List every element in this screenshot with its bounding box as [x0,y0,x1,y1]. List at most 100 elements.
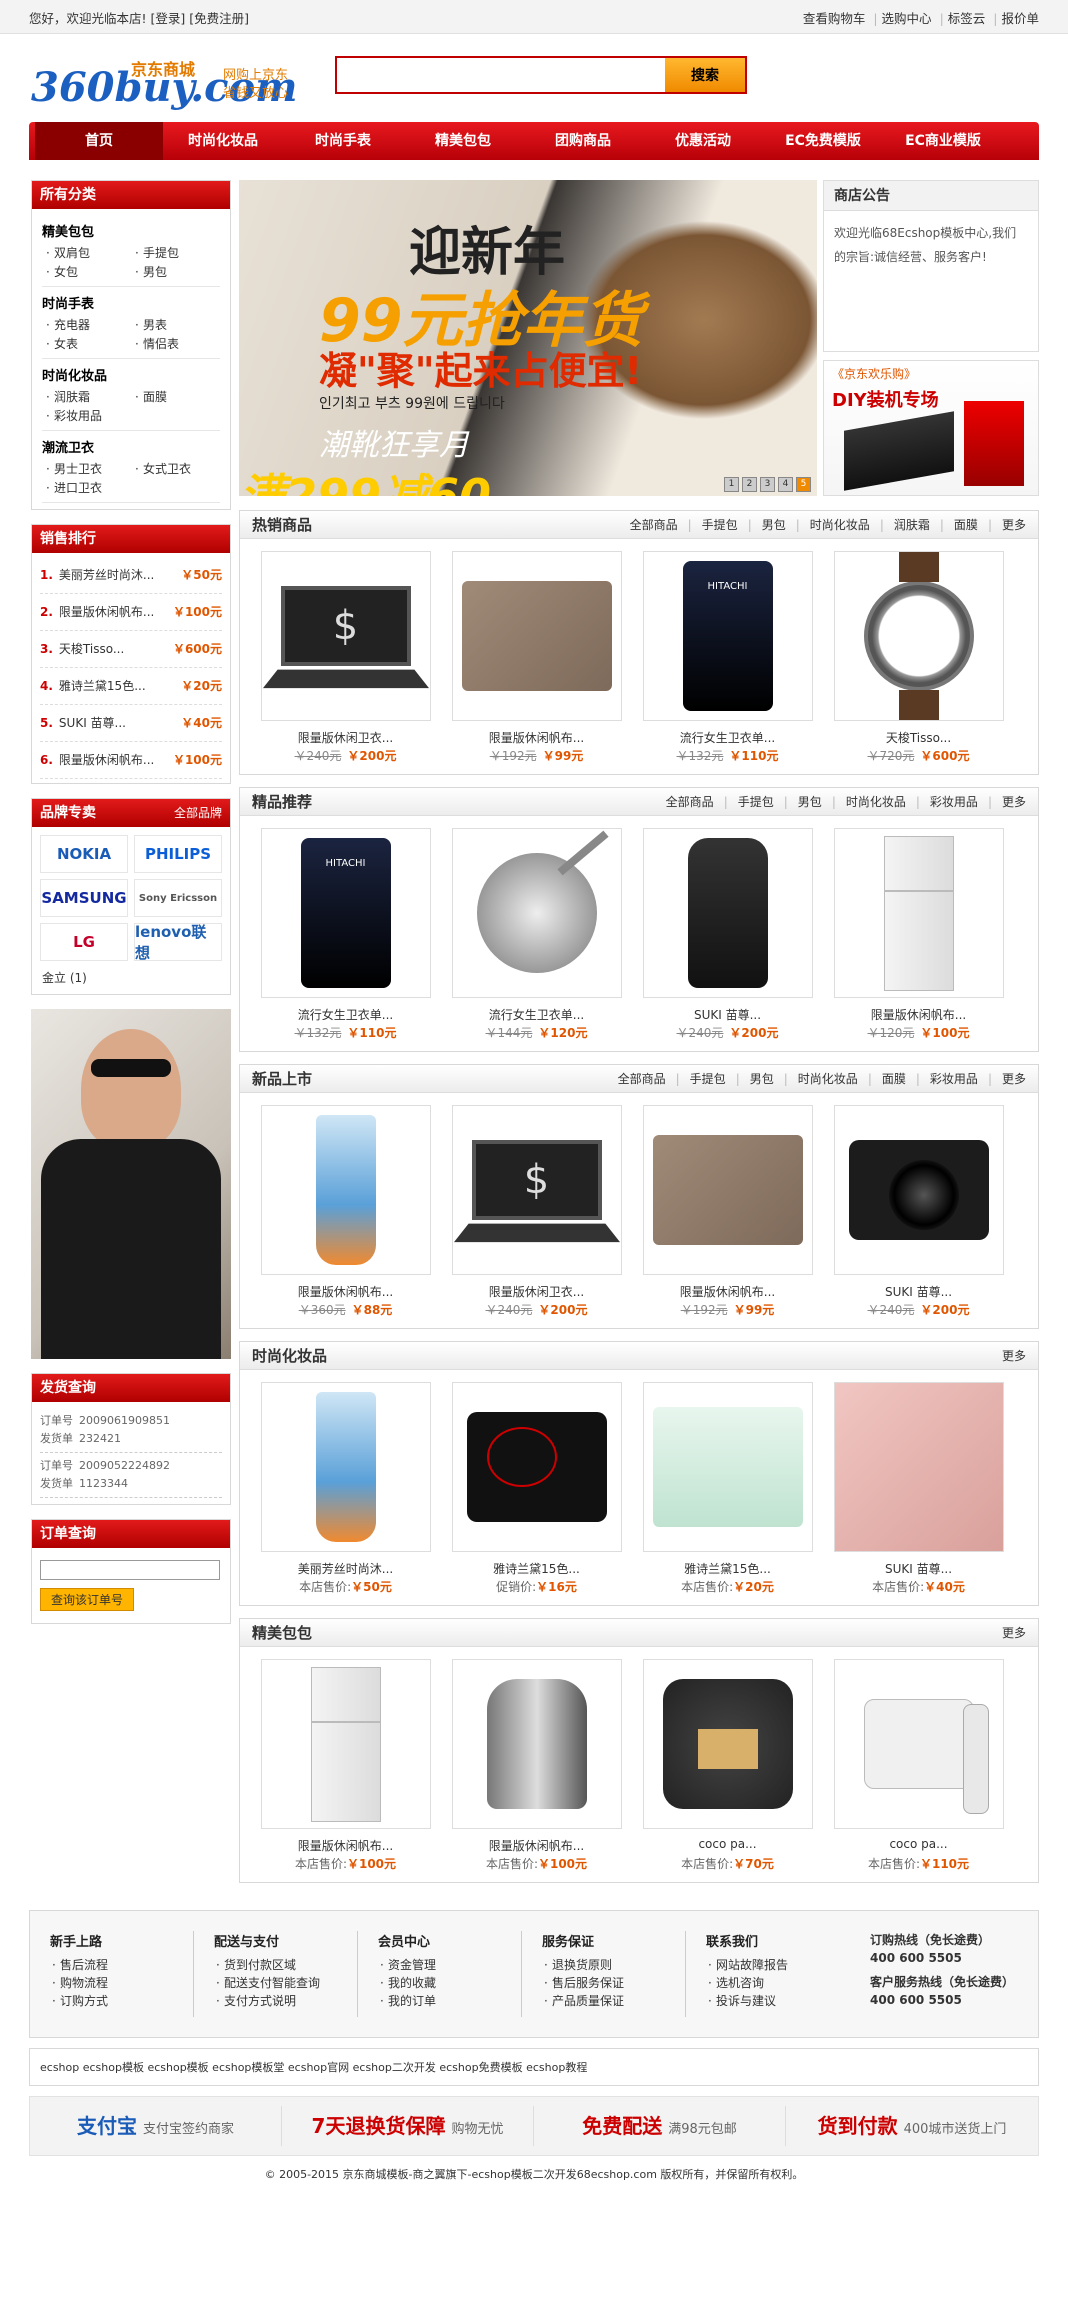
section-tab[interactable]: 男包 [762,518,786,532]
login-link[interactable]: [登录] [151,11,186,26]
category-item[interactable]: 彩妆用品 [42,407,131,426]
category-item[interactable]: 女式卫衣 [131,460,220,479]
banner-page-dot[interactable]: 1 [724,477,739,492]
product-name[interactable]: 流行女生卫衣单... [632,729,823,745]
product-name[interactable]: 雅诗兰黛15色... [441,1560,632,1576]
footer-link[interactable]: 网站故障报告 [706,1956,850,1974]
product-card[interactable]: 限量版休闲帆布... ￥192元 ￥99元 [441,551,632,764]
section-tab[interactable]: 手提包 [702,518,738,532]
footer-link[interactable]: 售后流程 [50,1956,193,1974]
ranking-item[interactable]: 2. 限量版休闲帆布... ￥100元 [40,594,222,631]
product-name[interactable]: coco pa... [632,1837,823,1853]
brand-logo-6[interactable]: lenovo联想 [134,923,222,962]
category-item[interactable]: 双肩包 [42,244,131,263]
footer-link[interactable]: 退换货原则 [542,1956,685,1974]
ranking-name[interactable]: 天梭Tisso... [59,642,124,656]
product-name[interactable]: 限量版休闲卫衣... [441,1283,632,1299]
section-tab[interactable]: 时尚化妆品 [810,518,870,532]
product-card[interactable]: 美丽芳丝时尚沐... 本店售价:￥50元 [250,1382,441,1595]
tag-cloud-link[interactable]: 标签云 [948,11,986,26]
product-name[interactable]: 美丽芳丝时尚沐... [250,1560,441,1576]
category-item[interactable]: 男包 [131,263,220,282]
footer-link[interactable]: 售后服务保证 [542,1974,685,1992]
product-name[interactable]: SUKI 苗尊... [823,1560,1014,1576]
service-item[interactable]: 货到付款 400城市送货上门 [786,2106,1038,2146]
footer-link[interactable]: 配送支付智能查询 [214,1974,357,1992]
fashion-promo-image[interactable] [31,1009,231,1359]
ranking-name[interactable]: 雅诗兰黛15色... [59,679,146,693]
ranking-item[interactable]: 4. 雅诗兰黛15色... ￥20元 [40,668,222,705]
ranking-item[interactable]: 1. 美丽芳丝时尚沐... ￥50元 [40,557,222,594]
category-group-title[interactable]: 潮流卫衣 [42,437,220,456]
diy-promo[interactable]: 《京东欢乐购》 DIY装机专场 [823,360,1039,496]
service-item[interactable]: 支付宝 支付宝签约商家 [30,2106,282,2146]
section-tab[interactable]: 时尚化妆品 [798,1072,858,1086]
phone-image[interactable] [833,1659,1004,1829]
banner-page-dot[interactable]: 5 [796,477,811,492]
footer-link[interactable]: 我的收藏 [378,1974,521,1992]
brand-logo-5[interactable]: LG [40,923,128,961]
brand-logo-4[interactable]: Sony Ericsson [134,879,222,917]
kettle-image[interactable] [451,1659,622,1829]
product-card[interactable]: SUKI 苗尊... ￥240元 ￥200元 [823,1105,1014,1318]
banner-page-dot[interactable]: 3 [760,477,775,492]
product-name[interactable]: 雅诗兰黛15色... [632,1560,823,1576]
category-item[interactable]: 充电器 [42,316,131,335]
category-item[interactable]: 男士卫衣 [42,460,131,479]
section-tab[interactable]: 彩妆用品 [930,795,978,809]
section-tab[interactable]: 更多 [1002,1626,1026,1640]
product-name[interactable]: SUKI 苗尊... [823,1283,1014,1299]
section-tab[interactable]: 更多 [1002,518,1026,532]
nav-ec-free[interactable]: EC免费模版 [763,122,883,160]
section-tab[interactable]: 全部商品 [666,795,714,809]
product-name[interactable]: SUKI 苗尊... [632,1006,823,1022]
category-group-title[interactable]: 时尚化妆品 [42,365,220,384]
product-card[interactable]: HITACHI 流行女生卫衣单... ￥132元 ￥110元 [632,551,823,764]
brand-logo-1[interactable]: NOKIA [40,835,128,873]
section-tab[interactable]: 时尚化妆品 [846,795,906,809]
product-name[interactable]: 限量版休闲帆布... [250,1837,441,1853]
category-item[interactable]: 进口卫衣 [42,479,131,498]
banner-page-dot[interactable]: 4 [778,477,793,492]
product-name[interactable]: 流行女生卫衣单... [250,1006,441,1022]
nav-group-buy[interactable]: 团购商品 [523,122,643,160]
nav-cosmetics[interactable]: 时尚化妆品 [163,122,283,160]
watch-image[interactable] [833,551,1004,721]
category-item[interactable]: 男表 [131,316,220,335]
brand-logo-3[interactable]: SAMSUNG [40,879,128,917]
banner-page-dot[interactable]: 2 [742,477,757,492]
section-tab[interactable]: 手提包 [690,1072,726,1086]
ranking-name[interactable]: SUKI 苗尊... [59,716,126,730]
product-card[interactable]: 雅诗兰黛15色... 本店售价:￥20元 [632,1382,823,1595]
brand-extra[interactable]: 金立 (1) [32,969,230,994]
footer-link[interactable]: 订购方式 [50,1992,193,2010]
product-name[interactable]: 限量版休闲帆布... [632,1283,823,1299]
fridge-image[interactable] [833,828,1004,998]
service-item[interactable]: 7天退换货保障 购物无忧 [282,2106,534,2146]
product-name[interactable]: 限量版休闲帆布... [441,1837,632,1853]
product-card[interactable]: 限量版休闲帆布... ￥120元 ￥100元 [823,828,1014,1041]
cooker-image[interactable] [451,1382,622,1552]
laptop-image[interactable]: $ [260,551,431,721]
product-name[interactable]: 限量版休闲帆布... [823,1006,1014,1022]
section-tab[interactable]: 更多 [1002,1072,1026,1086]
order-query-button[interactable]: 查询该订单号 [40,1588,135,1611]
tube-image[interactable] [260,1105,431,1275]
product-card[interactable]: coco pa... 本店售价:￥70元 [632,1659,823,1872]
camera-image[interactable] [833,1105,1004,1275]
section-tab[interactable]: 润肤霜 [894,518,930,532]
brand-logo-2[interactable]: PHILIPS [134,835,222,873]
product-card[interactable]: SUKI 苗尊... ￥240元 ￥200元 [632,828,823,1041]
product-name[interactable]: 限量版休闲帆布... [250,1283,441,1299]
section-tab[interactable]: 面膜 [882,1072,906,1086]
footer-link[interactable]: 产品质量保证 [542,1992,685,2010]
all-brands-link[interactable]: 全部品牌 [174,799,230,827]
product-name[interactable]: 限量版休闲帆布... [441,729,632,745]
section-tab[interactable]: 男包 [750,1072,774,1086]
ranking-name[interactable]: 限量版休闲帆布... [59,753,154,767]
friend-links[interactable]: ecshop ecshop模板 ecshop模板 ecshop模板堂 ecsho… [29,2048,1039,2086]
tube-image[interactable] [260,1382,431,1552]
footer-link[interactable]: 支付方式说明 [214,1992,357,2010]
footer-link[interactable]: 货到付款区域 [214,1956,357,1974]
cart-link[interactable]: 查看购物车 [803,11,866,26]
